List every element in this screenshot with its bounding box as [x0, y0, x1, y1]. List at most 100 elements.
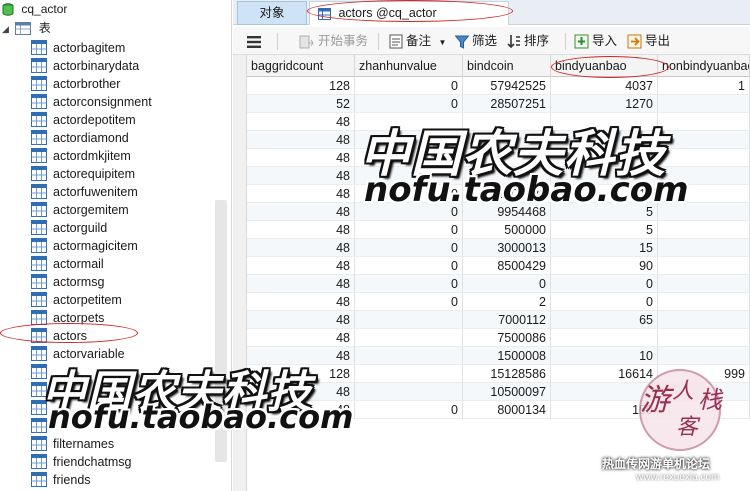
cell-bindcoin[interactable]: 3000013: [463, 239, 551, 257]
tree-table-item[interactable]: filternames: [31, 434, 114, 452]
column-header-bindcoin[interactable]: bindcoin: [463, 55, 551, 77]
cell-bindcoin[interactable]: 500000: [463, 221, 551, 239]
cell-bindcoin[interactable]: 7000112: [463, 311, 551, 329]
column-header-baggridcount[interactable]: baggridcount: [247, 55, 355, 77]
cell-baggridcount[interactable]: 48: [247, 239, 355, 257]
cell-baggridcount[interactable]: 48: [247, 221, 355, 239]
cell-zhanhunvalue[interactable]: [355, 347, 463, 365]
cell-bindyuanbao[interactable]: 65: [551, 311, 658, 329]
cell-baggridcount[interactable]: 52: [247, 95, 355, 113]
dropdown-arrow-icon[interactable]: ▼: [439, 38, 447, 47]
cell-nonbindyuanbao[interactable]: [658, 239, 750, 257]
cell-nonbindyuanbao[interactable]: [658, 329, 750, 347]
filter-button[interactable]: 筛选: [454, 31, 497, 51]
cell-zhanhunvalue[interactable]: 0: [355, 239, 463, 257]
cell-bindyuanbao[interactable]: 5: [551, 221, 658, 239]
cell-nonbindyuanbao[interactable]: [658, 257, 750, 275]
cell-baggridcount[interactable]: 48: [247, 275, 355, 293]
cell-nonbindyuanbao[interactable]: [658, 95, 750, 113]
sort-button[interactable]: 排序: [507, 31, 549, 51]
collapse-arrow-icon[interactable]: ◢: [2, 20, 12, 38]
begin-transaction-button[interactable]: 开始事务: [299, 31, 368, 51]
tree-table-item[interactable]: actorpets: [31, 308, 104, 326]
table-row[interactable]: 48 0 8500429 90: [247, 257, 750, 275]
table-row[interactable]: 48 0 0 0: [247, 275, 750, 293]
cell-nonbindyuanbao[interactable]: [658, 131, 750, 149]
cell-zhanhunvalue[interactable]: 0: [355, 275, 463, 293]
cell-bindcoin[interactable]: 0: [463, 275, 551, 293]
cell-bindyuanbao[interactable]: 15: [551, 239, 658, 257]
cell-nonbindyuanbao[interactable]: [658, 293, 750, 311]
cell-bindcoin[interactable]: 2: [463, 293, 551, 311]
cell-nonbindyuanbao[interactable]: [658, 149, 750, 167]
table-row[interactable]: 48 0 500000 5: [247, 221, 750, 239]
table-row[interactable]: 128 0 57942525 4037 1: [247, 77, 750, 95]
column-header-nonbindyuanbao[interactable]: nonbindyuanbao: [658, 55, 750, 77]
cell-bindyuanbao[interactable]: [551, 329, 658, 347]
tree-table-item[interactable]: actordiamond: [31, 128, 129, 146]
cell-bindyuanbao[interactable]: 0: [551, 275, 658, 293]
cell-bindcoin[interactable]: 1500008: [463, 347, 551, 365]
tree-table-item[interactable]: actorfuwenitem: [31, 182, 138, 200]
cell-baggridcount[interactable]: 48: [247, 203, 355, 221]
tab-objects[interactable]: 对象: [237, 1, 307, 25]
tree-table-item[interactable]: friendchatmsg: [31, 452, 132, 470]
cell-bindyuanbao[interactable]: 90: [551, 257, 658, 275]
cell-bindcoin[interactable]: 7500086: [463, 329, 551, 347]
tree-table-item[interactable]: actormagicitem: [31, 236, 138, 254]
cell-zhanhunvalue[interactable]: 0: [355, 95, 463, 113]
cell-nonbindyuanbao[interactable]: [658, 275, 750, 293]
import-button[interactable]: 导入: [574, 31, 617, 51]
tree-table-item[interactable]: actorpetitem: [31, 290, 122, 308]
export-button[interactable]: 导出: [627, 31, 670, 51]
cell-bindcoin[interactable]: 15128586: [463, 365, 551, 383]
tree-table-item[interactable]: actorgemitem: [31, 200, 129, 218]
cell-baggridcount[interactable]: 48: [247, 113, 355, 131]
menu-button[interactable]: [247, 31, 264, 51]
table-row[interactable]: 48 7000112 65: [247, 311, 750, 329]
column-header-zhanhunvalue[interactable]: zhanhunvalue: [355, 55, 463, 77]
table-row[interactable]: 52 0 28507251 1270: [247, 95, 750, 113]
cell-nonbindyuanbao[interactable]: [658, 311, 750, 329]
tree-tables-folder[interactable]: ◢ 表: [2, 19, 51, 37]
cell-baggridcount[interactable]: 48: [247, 257, 355, 275]
tree-table-item[interactable]: friends: [31, 470, 91, 488]
cell-baggridcount[interactable]: 48: [247, 131, 355, 149]
cell-bindyuanbao[interactable]: 4037: [551, 77, 658, 95]
cell-baggridcount[interactable]: 128: [247, 77, 355, 95]
cell-zhanhunvalue[interactable]: [355, 311, 463, 329]
cell-zhanhunvalue[interactable]: 0: [355, 77, 463, 95]
cell-zhanhunvalue[interactable]: [355, 383, 463, 401]
cell-baggridcount[interactable]: 48: [247, 329, 355, 347]
cell-bindcoin[interactable]: 8000134: [463, 401, 551, 419]
cell-nonbindyuanbao[interactable]: [658, 113, 750, 131]
cell-baggridcount[interactable]: 48: [247, 167, 355, 185]
cell-zhanhunvalue[interactable]: 0: [355, 401, 463, 419]
tree-table-item[interactable]: actorbrother: [31, 74, 120, 92]
tree-table-item[interactable]: actorbinarydata: [31, 56, 139, 74]
tree-table-item[interactable]: actors: [31, 326, 87, 344]
cell-nonbindyuanbao[interactable]: [658, 221, 750, 239]
column-header-bindyuanbao[interactable]: bindyuanbao: [551, 55, 658, 77]
table-row[interactable]: 48 0 2 0: [247, 293, 750, 311]
tree-table-item[interactable]: actorequipitem: [31, 164, 135, 182]
tree-table-item[interactable]: actorconsignment: [31, 92, 152, 110]
cell-bindcoin[interactable]: 57942525: [463, 77, 551, 95]
cell-zhanhunvalue[interactable]: 0: [355, 293, 463, 311]
cell-baggridcount[interactable]: 48: [247, 293, 355, 311]
cell-baggridcount[interactable]: 48: [247, 185, 355, 203]
tree-table-item[interactable]: actordepotitem: [31, 110, 136, 128]
tree-table-item[interactable]: actorguild: [31, 218, 107, 236]
tree-table-item[interactable]: actormail: [31, 254, 104, 272]
cell-bindcoin[interactable]: 10500097: [463, 383, 551, 401]
cell-bindyuanbao[interactable]: 1270: [551, 95, 658, 113]
tree-table-item[interactable]: actordmkjitem: [31, 146, 131, 164]
table-row[interactable]: 48 0 3000013 15: [247, 239, 750, 257]
cell-zhanhunvalue[interactable]: [355, 365, 463, 383]
cell-baggridcount[interactable]: 48: [247, 311, 355, 329]
tree-table-item[interactable]: actorbagitem: [31, 38, 125, 56]
cell-zhanhunvalue[interactable]: [355, 329, 463, 347]
cell-nonbindyuanbao[interactable]: 1: [658, 77, 750, 95]
tree-database-node[interactable]: cq_actor: [2, 0, 67, 18]
cell-zhanhunvalue[interactable]: 0: [355, 257, 463, 275]
